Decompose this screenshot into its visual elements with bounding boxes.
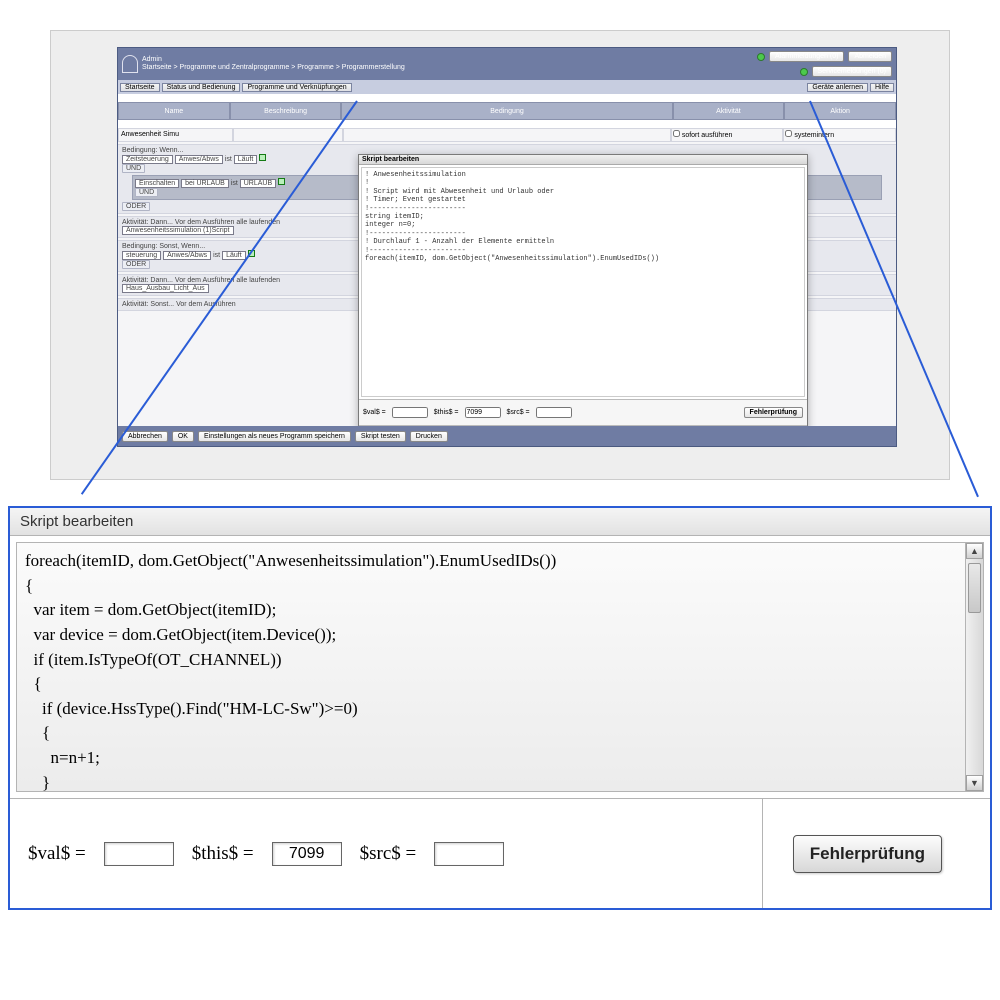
status-dot-icon xyxy=(800,68,808,76)
val-label: $val$ = xyxy=(28,843,86,865)
mini-script-modal: Skript bearbeiten ! Anwesenheitssimulati… xyxy=(358,154,808,438)
dd-ein[interactable]: Einschalten xyxy=(135,179,179,188)
admin-label: Admin xyxy=(142,56,405,64)
status-dot-icon xyxy=(757,53,765,61)
col-cond: Bedingung xyxy=(341,102,672,120)
this-input[interactable] xyxy=(272,842,342,866)
footer-ok[interactable]: OK xyxy=(172,431,194,442)
zoom-script-editor-panel: Skript bearbeiten foreach(itemID, dom.Ge… xyxy=(8,506,992,910)
program-desc-cell[interactable] xyxy=(233,128,344,142)
alarm-button[interactable]: Alarmmeldungen (0) xyxy=(769,51,844,62)
chip-oder2[interactable]: ODER xyxy=(122,260,150,269)
col-act: Aktivität xyxy=(673,102,785,120)
mini-body: Name Beschreibung Bedingung Aktivität Ak… xyxy=(118,102,896,438)
dd-lauft2[interactable]: Läuft xyxy=(222,251,246,260)
dd-urlaub[interactable]: bei URLAUB xyxy=(181,179,229,188)
chip-oder[interactable]: ODER xyxy=(122,202,150,211)
dd-zeit2[interactable]: steuerung xyxy=(122,251,161,260)
chip-und[interactable]: UND xyxy=(122,164,145,173)
scrollbar[interactable]: ▲ ▼ xyxy=(965,543,983,791)
dd-lauft[interactable]: Läuft xyxy=(234,155,258,164)
sysint-checkbox[interactable] xyxy=(785,130,792,137)
col-action: Aktion xyxy=(784,102,896,120)
service-button[interactable]: Servicemeldungen (0) xyxy=(812,66,892,77)
auto-label: sofort ausführen xyxy=(682,132,733,139)
col-desc: Beschreibung xyxy=(230,102,342,120)
mini-editor[interactable]: ! Anwesenheitssimulation ! ! Script wird… xyxy=(361,167,805,397)
col-name: Name xyxy=(118,102,230,120)
dd-anwes2[interactable]: Anwes/Abws xyxy=(163,251,211,260)
scroll-down-icon[interactable]: ▼ xyxy=(966,775,983,791)
mini-canvas: Admin Startseite > Programme und Zentral… xyxy=(50,30,950,480)
fehler-box: Fehlerprüfung xyxy=(762,799,972,908)
mini-src-input[interactable] xyxy=(536,407,572,418)
check-icon[interactable] xyxy=(259,154,266,161)
dd-hausaus[interactable]: Haus_Ausbau_Licht_Aus xyxy=(122,284,209,293)
footer-print[interactable]: Drucken xyxy=(410,431,448,442)
mini-app-window: Admin Startseite > Programme und Zentral… xyxy=(117,47,897,447)
footer-test[interactable]: Skript testen xyxy=(355,431,406,442)
mini-var-row: $val$ = $this$ = $src$ = Fehlerprüfung xyxy=(359,399,807,425)
chip-und2[interactable]: UND xyxy=(135,188,158,197)
tab-status[interactable]: Status und Bedienung xyxy=(162,83,241,92)
fehlerpruefung-button[interactable]: Fehlerprüfung xyxy=(793,835,942,873)
mini-header: Admin Startseite > Programme und Zentral… xyxy=(118,48,896,80)
mini-val-input[interactable] xyxy=(392,407,428,418)
src-input[interactable] xyxy=(434,842,504,866)
mini-this-input[interactable] xyxy=(465,407,501,418)
zoom-editor-textarea[interactable]: foreach(itemID, dom.GetObject("Anwesenhe… xyxy=(17,543,983,791)
active-checkbox[interactable] xyxy=(673,130,680,137)
dd-script1[interactable]: Anwesenheitssimulation (1)Script xyxy=(122,226,234,235)
program-name[interactable]: Anwesenheit Simu xyxy=(118,128,233,142)
tab-home[interactable]: Startseite xyxy=(120,83,160,92)
logo-icon xyxy=(122,55,138,73)
footer-savenew[interactable]: Einstellungen als neues Programm speiche… xyxy=(198,431,351,442)
mini-nav: Startseite Status und Bedienung Programm… xyxy=(118,80,896,94)
zoom-editor-wrap: foreach(itemID, dom.GetObject("Anwesenhe… xyxy=(16,542,984,792)
logout-button[interactable]: Abmelden xyxy=(848,51,892,62)
val-input[interactable] xyxy=(104,842,174,866)
help-button[interactable]: Hilfe xyxy=(870,83,894,92)
this-label: $this$ = xyxy=(192,843,254,865)
src-label: $src$ = xyxy=(360,843,417,865)
device-learn-button[interactable]: Geräte anlernen xyxy=(807,83,868,92)
mini-fehler-button[interactable]: Fehlerprüfung xyxy=(744,407,803,418)
mini-footer: Abbrechen OK Einstellungen als neues Pro… xyxy=(118,426,896,446)
mini-modal-title: Skript bearbeiten xyxy=(359,155,807,165)
zoom-var-row: $val$ = $this$ = $src$ = Fehlerprüfung xyxy=(10,798,990,908)
scroll-up-icon[interactable]: ▲ xyxy=(966,543,983,559)
zoom-title: Skript bearbeiten xyxy=(10,508,990,536)
tab-programs[interactable]: Programme und Verknüpfungen xyxy=(242,83,351,92)
footer-abbrechen[interactable]: Abbrechen xyxy=(122,431,168,442)
check-icon[interactable] xyxy=(278,178,285,185)
dd-zeit[interactable]: Zeitsteuerung xyxy=(122,155,173,164)
dd-anwes[interactable]: Anwes/Abws xyxy=(175,155,223,164)
breadcrumb: Startseite > Programme und Zentralprogra… xyxy=(142,64,405,72)
dd-urlaubw[interactable]: URLAUB xyxy=(240,179,276,188)
scroll-thumb[interactable] xyxy=(968,563,981,613)
